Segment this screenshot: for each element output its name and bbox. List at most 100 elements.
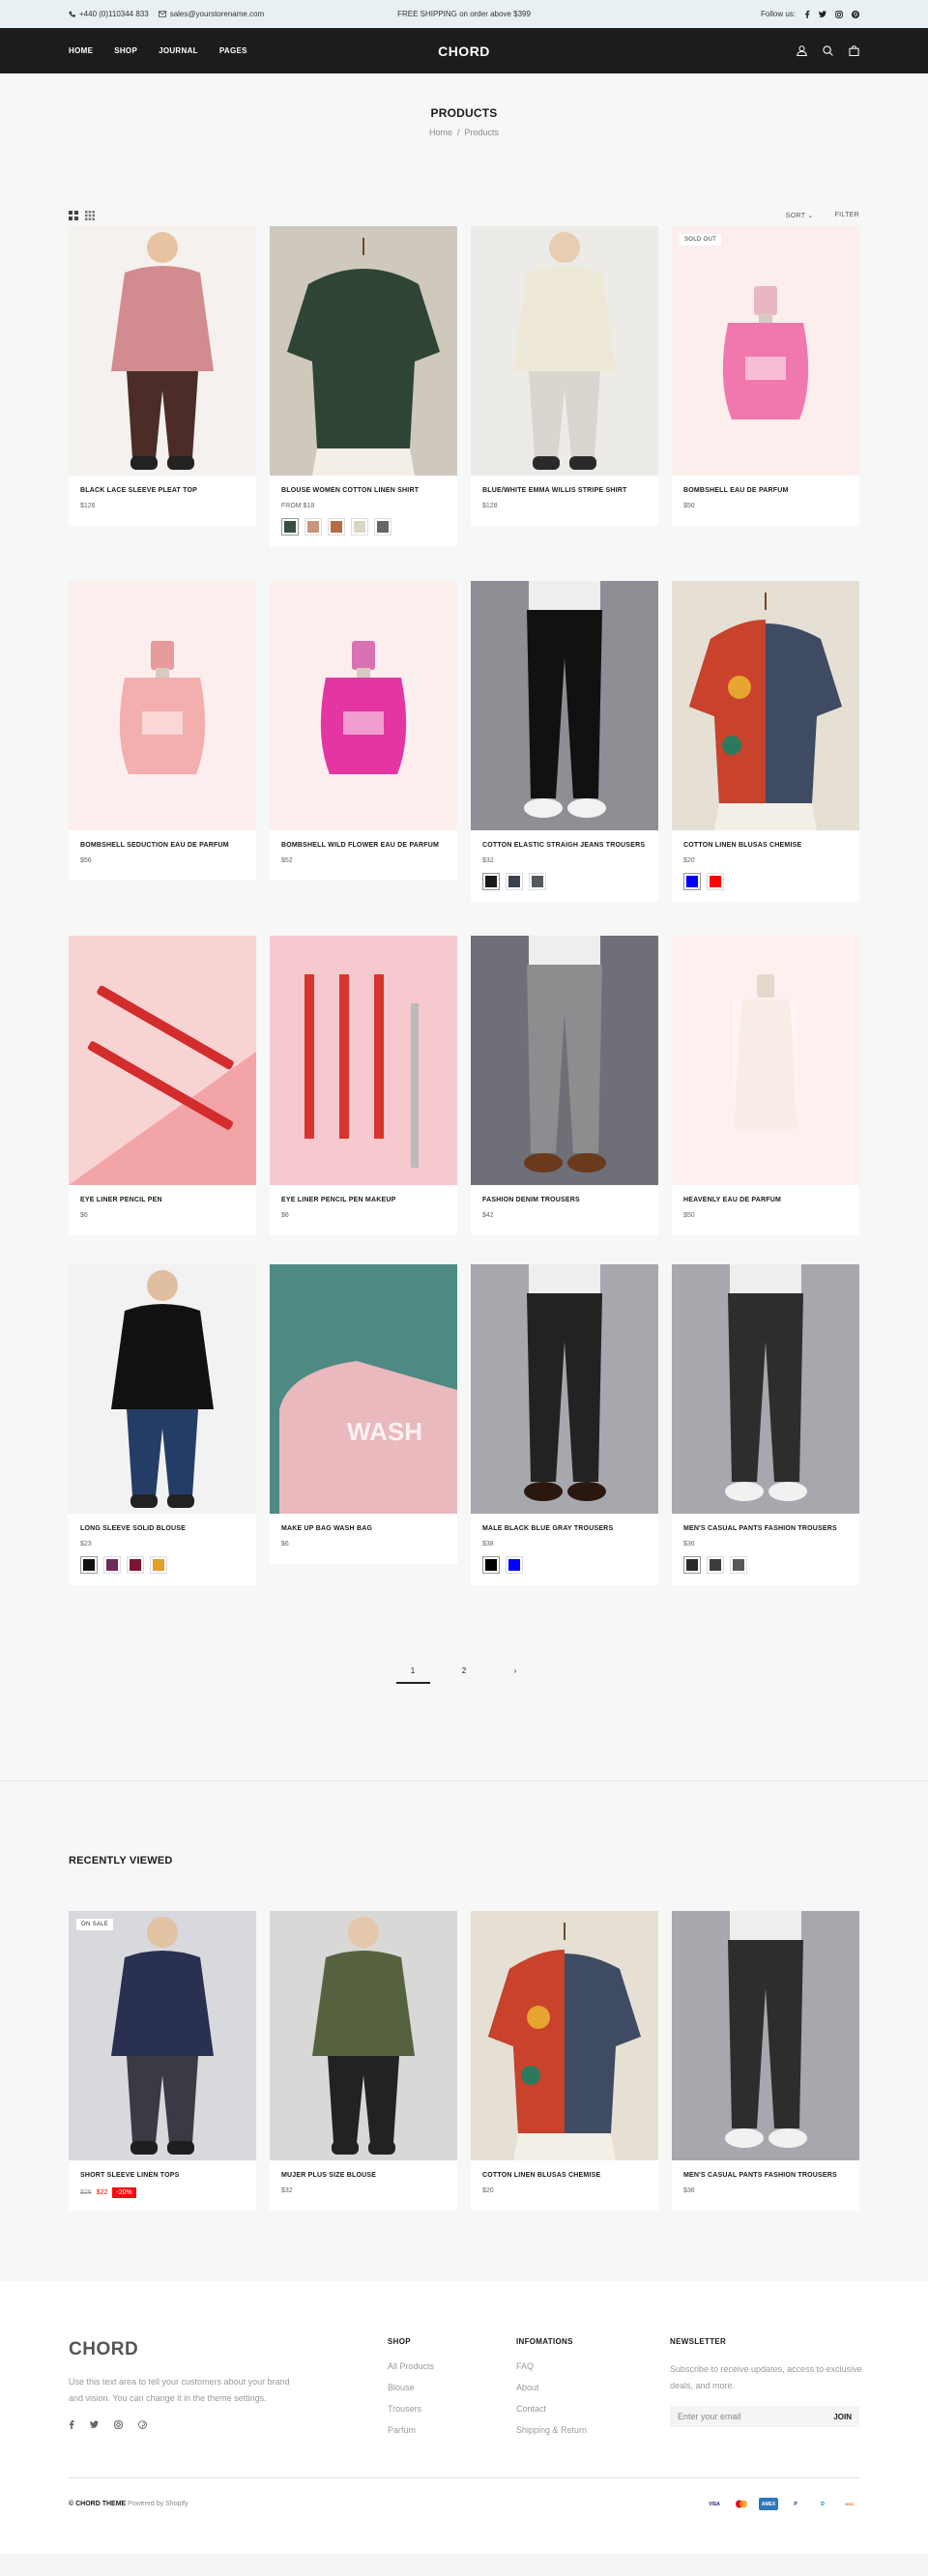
color-swatch[interactable] [707, 1556, 724, 1574]
product-card[interactable]: BLUE/WHITE EMMA WILLIS STRIPE SHIRT $128 [471, 226, 658, 526]
recent-product-card[interactable]: MEN'S CASUAL PANTS FASHION TROUSERS $36 [672, 1911, 859, 2211]
product-title[interactable]: COTTON LINEN BLUSAS CHEMISE [683, 842, 848, 849]
product-card[interactable]: FASHION DENIM TROUSERS $42 [471, 936, 658, 1235]
email-contact[interactable]: sales@yourstorename.com [158, 10, 264, 18]
sort-dropdown[interactable]: SORT ⌄ [786, 212, 814, 219]
color-swatch[interactable] [529, 873, 546, 890]
product-card[interactable]: SOLD OUT BOMBSHELL EAU DE PARFUM $50 [672, 226, 859, 526]
footer-link-parfum[interactable]: Parfum [388, 2425, 434, 2435]
product-card[interactable]: BOMBSHELL WILD FLOWER EAU DE PARFUM $52 [270, 581, 457, 881]
product-card[interactable]: BOMBSHELL SEDUCTION EAU DE PARFUM $56 [69, 581, 256, 881]
product-image[interactable] [69, 936, 256, 1185]
footer-link-shipping[interactable]: Shipping & Return [516, 2425, 587, 2435]
product-image[interactable] [672, 581, 859, 830]
page-link-2[interactable]: 2 [448, 1666, 481, 1684]
powered-by-link[interactable]: Powered by Shopify [128, 2501, 188, 2507]
cart-icon[interactable] [849, 45, 859, 56]
product-image[interactable] [672, 1911, 859, 2160]
twitter-icon[interactable] [819, 11, 826, 17]
color-swatch[interactable] [730, 1556, 747, 1574]
facebook-icon[interactable] [804, 10, 810, 18]
color-swatch[interactable] [281, 518, 299, 535]
color-swatch[interactable] [707, 873, 724, 890]
product-title[interactable]: BOMBSHELL EAU DE PARFUM [683, 487, 848, 494]
product-title[interactable]: HEAVENLY EAU DE PARFUM [683, 1197, 848, 1203]
footer-link-faq[interactable]: FAQ [516, 2361, 587, 2371]
recent-product-card[interactable]: MUJER PLUS SIZE BLOUSE $32 [270, 1911, 457, 2211]
color-swatch[interactable] [482, 873, 500, 890]
product-image[interactable] [270, 1911, 457, 2160]
product-image[interactable] [69, 581, 256, 830]
color-swatch[interactable] [482, 1556, 500, 1574]
product-image[interactable]: WASH [270, 1264, 457, 1514]
product-image[interactable] [672, 936, 859, 1185]
footer-logo[interactable]: CHORD [69, 2339, 301, 2360]
product-card[interactable]: MALE BLACK BLUE GRAY TROUSERS $38 [471, 1264, 658, 1585]
product-card[interactable]: COTTON LINEN BLUSAS CHEMISE $20 [672, 581, 859, 902]
product-image[interactable] [270, 936, 457, 1185]
product-card[interactable]: COTTON ELASTIC STRAIGH JEANS TROUSERS $32 [471, 581, 658, 902]
color-swatch[interactable] [103, 1556, 121, 1574]
product-title[interactable]: EYE LINER PENCIL PEN [80, 1197, 245, 1203]
product-title[interactable]: MEN'S CASUAL PANTS FASHION TROUSERS [683, 2172, 848, 2179]
pinterest-icon[interactable] [852, 10, 859, 18]
footer-link-about[interactable]: About [516, 2383, 587, 2392]
product-title[interactable]: MUJER PLUS SIZE BLOUSE [281, 2172, 446, 2179]
nav-journal[interactable]: JOURNAL [159, 46, 198, 55]
search-icon[interactable] [823, 45, 833, 56]
product-card[interactable]: HEAVENLY EAU DE PARFUM $50 [672, 936, 859, 1235]
product-card[interactable]: WASH MAKE UP BAG WASH BAG $6 [270, 1264, 457, 1564]
product-image[interactable] [69, 226, 256, 476]
color-swatch[interactable] [506, 1556, 523, 1574]
product-image[interactable] [672, 1264, 859, 1514]
product-title[interactable]: COTTON ELASTIC STRAIGH JEANS TROUSERS [482, 842, 647, 849]
product-card[interactable]: MEN'S CASUAL PANTS FASHION TROUSERS $36 [672, 1264, 859, 1585]
email-input[interactable]: Enter your email [678, 2412, 741, 2421]
nav-shop[interactable]: SHOP [114, 46, 137, 55]
color-swatch[interactable] [328, 518, 345, 535]
product-card[interactable]: EYE LINER PENCIL PEN MAKEUP $6 [270, 936, 457, 1235]
product-image[interactable] [471, 936, 658, 1185]
join-button[interactable]: JOIN [833, 2413, 852, 2421]
nav-pages[interactable]: PAGES [219, 46, 247, 55]
instagram-icon[interactable] [835, 10, 843, 18]
site-logo[interactable]: CHORD [438, 43, 490, 59]
pinterest-icon[interactable] [138, 2420, 147, 2429]
product-title[interactable]: EYE LINER PENCIL PEN MAKEUP [281, 1197, 446, 1203]
product-title[interactable]: MEN'S CASUAL PANTS FASHION TROUSERS [683, 1525, 848, 1532]
account-icon[interactable] [797, 45, 807, 56]
color-swatch[interactable] [683, 873, 701, 890]
color-swatch[interactable] [80, 1556, 98, 1574]
footer-link-all-products[interactable]: All Products [388, 2361, 434, 2371]
product-title[interactable]: COTTON LINEN BLUSAS CHEMISE [482, 2172, 647, 2179]
grid-2-view-icon[interactable] [69, 211, 78, 220]
nav-home[interactable]: HOME [69, 46, 93, 55]
product-title[interactable]: FASHION DENIM TROUSERS [482, 1197, 647, 1203]
color-swatch[interactable] [351, 518, 368, 535]
grid-3-view-icon[interactable] [85, 211, 95, 220]
instagram-icon[interactable] [114, 2420, 123, 2429]
product-card[interactable]: BLACK LACE SLEEVE PLEAT TOP $126 [69, 226, 256, 526]
filter-button[interactable]: FILTER [835, 212, 859, 219]
color-swatch[interactable] [127, 1556, 144, 1574]
color-swatch[interactable] [374, 518, 392, 535]
product-title[interactable]: SHORT SLEEVE LINEN TOPS [80, 2172, 245, 2179]
product-image[interactable] [471, 1264, 658, 1514]
product-image[interactable] [471, 581, 658, 830]
page-link-1[interactable]: 1 [395, 1666, 430, 1684]
facebook-icon[interactable] [69, 2420, 74, 2429]
twitter-icon[interactable] [90, 2420, 99, 2428]
next-page-icon[interactable]: › [499, 1666, 533, 1684]
footer-link-trousers[interactable]: Trousers [388, 2404, 434, 2414]
product-title[interactable]: BOMBSHELL SEDUCTION EAU DE PARFUM [80, 842, 245, 849]
color-swatch[interactable] [683, 1556, 701, 1574]
product-image[interactable] [471, 1911, 658, 2160]
product-title[interactable]: BLACK LACE SLEEVE PLEAT TOP [80, 487, 245, 494]
product-title[interactable]: BLOUSE WOMEN COTTON LINEN SHIRT [281, 487, 446, 494]
product-title[interactable]: MAKE UP BAG WASH BAG [281, 1525, 446, 1532]
product-title[interactable]: MALE BLACK BLUE GRAY TROUSERS [482, 1525, 647, 1532]
product-title[interactable]: BOMBSHELL WILD FLOWER EAU DE PARFUM [281, 842, 446, 849]
product-image[interactable] [69, 1264, 256, 1514]
product-image[interactable] [270, 226, 457, 476]
footer-link-blouse[interactable]: Blouse [388, 2383, 434, 2392]
